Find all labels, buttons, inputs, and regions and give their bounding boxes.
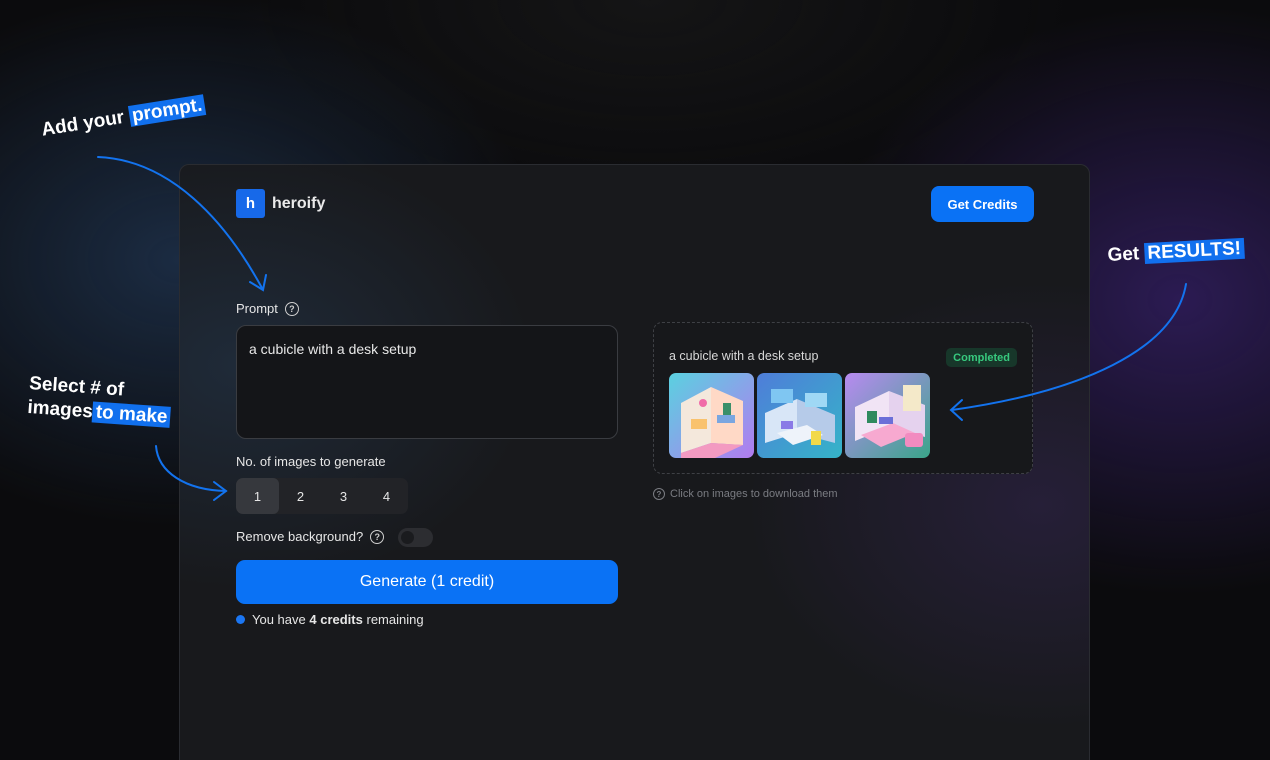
help-circle-icon[interactable]: ? [370,529,385,544]
result-card: a cubicle with a desk setup Completed [653,322,1033,474]
result-image-3[interactable] [845,373,930,458]
credits-status: You have 4 credits remaining [236,612,424,627]
credits-suffix: remaining [366,612,424,627]
download-hint: ? Click on images to download them [653,488,838,500]
status-badge: Completed [946,348,1017,367]
get-credits-button[interactable]: Get Credits [931,186,1034,222]
help-circle-icon[interactable]: ? [284,301,299,316]
generate-button[interactable]: Generate (1 credit) [236,560,618,604]
result-title: a cubicle with a desk setup [669,349,819,363]
annotation-highlight: prompt. [127,94,207,127]
annotation-highlight: to make [92,401,172,428]
count-option-4[interactable]: 4 [365,478,408,514]
result-image-1[interactable] [669,373,754,458]
annotation-text: Add your [40,106,126,141]
brand-name: heroify [272,194,326,212]
credits-amount: 4 credits [309,612,363,627]
download-hint-text: Click on images to download them [670,488,838,500]
annotation-highlight: RESULTS! [1143,237,1245,265]
help-circle-icon: ? [653,488,665,500]
prompt-input[interactable]: a cubicle with a desk setup [236,325,618,439]
app-window: h heroify Get Credits Prompt ? a cubicle… [179,164,1090,760]
remove-bg-label-text: Remove background? [236,529,364,544]
logo[interactable]: h heroify [236,189,325,218]
prompt-label: Prompt ? [236,301,299,316]
credits-prefix: You have [252,612,306,627]
annotation-select-count: Select # of imagesto make [27,372,173,430]
result-thumbnails [669,373,933,458]
annotation-add-prompt: Add your prompt. [40,94,207,142]
annotation-get-results: Get RESULTS! [1107,237,1245,267]
status-dot-icon [236,615,245,624]
result-image-2[interactable] [757,373,842,458]
count-option-3[interactable]: 3 [322,478,365,514]
count-option-1[interactable]: 1 [236,478,279,514]
logo-mark: h [236,189,265,218]
count-label: No. of images to generate [236,454,386,469]
image-count-selector: 1 2 3 4 [236,478,408,514]
annotation-text: images [26,396,94,423]
remove-bg-toggle[interactable] [398,528,433,547]
count-option-2[interactable]: 2 [279,478,322,514]
prompt-label-text: Prompt [236,301,278,316]
annotation-text: Get [1107,243,1140,266]
remove-bg-label: Remove background? ? [236,529,385,544]
